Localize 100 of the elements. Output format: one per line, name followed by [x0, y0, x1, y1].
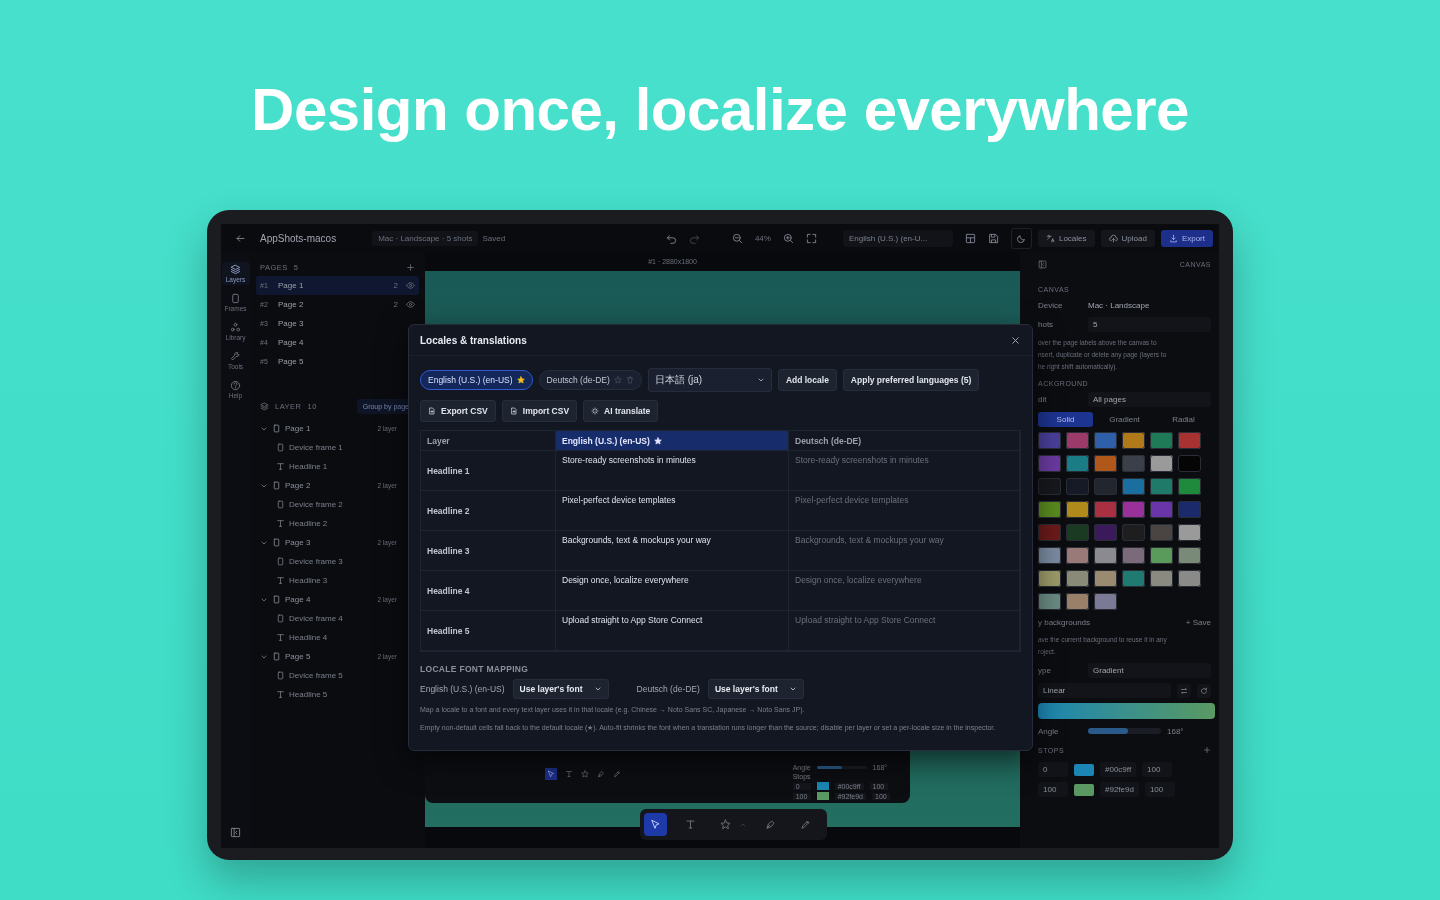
layer-name[interactable]: Headline 5 — [289, 690, 328, 699]
locale-dropdown[interactable]: 日本語 (ja) — [647, 368, 772, 392]
color-swatch[interactable] — [1094, 432, 1117, 449]
translation-field[interactable]: Backgrounds, text & mockups your way — [556, 531, 789, 570]
add-icon[interactable] — [406, 262, 415, 272]
color-swatch[interactable] — [1122, 570, 1145, 587]
layer-name[interactable]: Page 1 — [285, 424, 311, 433]
color-swatch[interactable] — [1178, 455, 1201, 472]
fill-tab[interactable]: Solid — [1038, 412, 1093, 427]
zoom-in-icon[interactable] — [782, 232, 794, 244]
ai-button[interactable]: AI translate — [583, 400, 659, 422]
upload-button[interactable]: Upload — [1100, 229, 1155, 247]
export-button[interactable]: Export — [1160, 229, 1213, 247]
save-icon[interactable] — [987, 232, 999, 244]
color-swatch[interactable] — [1038, 432, 1061, 449]
layer-name[interactable]: Device frame 2 — [289, 500, 343, 509]
translation-field[interactable]: Design once, localize everywhere — [789, 571, 1020, 610]
theme-toggle[interactable] — [1010, 227, 1032, 249]
add-icon[interactable] — [1203, 746, 1211, 754]
stop-position[interactable]: 100 — [1038, 782, 1068, 797]
layer-name[interactable]: Page 2 — [285, 481, 311, 490]
locale-chip[interactable]: English (U.S.) (en-US) — [420, 370, 533, 390]
layer-name[interactable]: Headline 3 — [289, 576, 328, 585]
color-swatch[interactable] — [1178, 432, 1201, 449]
color-swatch[interactable] — [1122, 524, 1145, 541]
translation-field[interactable]: Upload straight to App Store Connect — [789, 611, 1020, 650]
type-dropdown[interactable]: Gradient — [1088, 663, 1211, 678]
stop-opacity[interactable]: 100 — [1144, 782, 1175, 797]
color-swatch[interactable] — [1150, 455, 1173, 472]
layer-name[interactable]: Page 5 — [285, 652, 311, 661]
color-swatch[interactable] — [1066, 501, 1089, 518]
translation-field[interactable]: Pixel-perfect device templates — [556, 491, 789, 530]
color-swatch[interactable] — [1178, 478, 1201, 495]
layer-name[interactable]: Headline 1 — [289, 462, 328, 471]
color-swatch[interactable] — [1038, 455, 1061, 472]
save-link[interactable]: + Save — [1185, 617, 1211, 627]
translation-field[interactable]: Store-ready screenshots in minutes — [556, 451, 789, 490]
undo-icon[interactable] — [665, 232, 677, 244]
color-swatch[interactable] — [1178, 524, 1201, 541]
locales-button[interactable]: Locales — [1037, 229, 1095, 247]
stop-hex[interactable]: #92fe9d — [1100, 782, 1139, 797]
color-swatch[interactable] — [1066, 432, 1089, 449]
export-button[interactable]: Export CSV — [420, 400, 496, 422]
color-swatch[interactable] — [1038, 593, 1061, 610]
swap-button[interactable] — [1177, 683, 1191, 698]
color-swatch[interactable] — [1066, 524, 1089, 541]
color-swatch[interactable] — [1066, 547, 1089, 564]
translation-field[interactable]: Backgrounds, text & mockups your way — [789, 531, 1020, 570]
color-swatch[interactable] — [1150, 432, 1173, 449]
color-swatch[interactable] — [1094, 547, 1117, 564]
color-swatch[interactable] — [1122, 547, 1145, 564]
fill-tab[interactable]: Gradient — [1097, 412, 1152, 427]
tool-button[interactable] — [644, 813, 667, 836]
color-swatch[interactable] — [1178, 501, 1201, 518]
color-swatch[interactable] — [1038, 478, 1061, 495]
layer-name[interactable]: Device frame 5 — [289, 671, 343, 680]
layer-name[interactable]: Page 3 — [285, 538, 311, 547]
color-swatch[interactable] — [1122, 432, 1145, 449]
stop-hex[interactable]: #00c9ff — [1100, 762, 1137, 777]
color-swatch[interactable] — [1066, 455, 1089, 472]
color-swatch[interactable] — [1094, 455, 1117, 472]
color-swatch[interactable] — [1094, 524, 1117, 541]
layer-name[interactable]: Device frame 4 — [289, 614, 343, 623]
translation-field[interactable]: Upload straight to App Store Connect — [556, 611, 789, 650]
color-swatch[interactable] — [1150, 501, 1173, 518]
layer-name[interactable]: Page 4 — [285, 595, 311, 604]
color-swatch[interactable] — [1066, 593, 1089, 610]
add-locale-button[interactable]: Add locale — [777, 369, 837, 391]
color-swatch[interactable] — [1066, 478, 1089, 495]
translation-field[interactable]: Pixel-perfect device templates — [789, 491, 1020, 530]
style-dropdown[interactable]: Linear — [1038, 683, 1171, 698]
color-swatch[interactable] — [1094, 478, 1117, 495]
font-dropdown[interactable]: Use layer's font — [707, 679, 804, 699]
collapse-icon[interactable] — [230, 827, 241, 838]
close-icon[interactable] — [1010, 334, 1021, 346]
color-swatch[interactable] — [1066, 570, 1089, 587]
back-icon[interactable] — [235, 232, 246, 244]
edit-dropdown[interactable]: All pages — [1088, 392, 1211, 407]
font-dropdown[interactable]: Use layer's font — [512, 679, 609, 699]
locale-chip[interactable]: Deutsch (de-DE) — [538, 370, 642, 390]
color-swatch[interactable] — [1122, 501, 1145, 518]
layer-name[interactable]: Device frame 3 — [289, 557, 343, 566]
color-swatch[interactable] — [1094, 501, 1117, 518]
color-swatch[interactable] — [1038, 501, 1061, 518]
stop-opacity[interactable]: 100 — [1142, 762, 1173, 777]
color-swatch[interactable] — [1150, 547, 1173, 564]
color-swatch[interactable] — [1150, 478, 1173, 495]
fill-tab[interactable]: Radial — [1156, 412, 1211, 427]
eye-icon[interactable] — [406, 281, 415, 290]
color-swatch[interactable] — [1038, 570, 1061, 587]
color-swatch[interactable] — [1150, 524, 1173, 541]
layer-name[interactable]: Headline 2 — [289, 519, 328, 528]
panel-icon[interactable] — [1038, 260, 1047, 269]
locale-dropdown[interactable]: English (U.S.) (en-U... — [842, 229, 953, 247]
layout-icon[interactable] — [964, 232, 976, 244]
angle-slider[interactable] — [1088, 728, 1161, 734]
star-outline-icon[interactable] — [613, 376, 622, 384]
zoom-out-icon[interactable] — [731, 232, 743, 244]
reset-button[interactable] — [1197, 683, 1211, 698]
translation-field[interactable]: Design once, localize everywhere — [556, 571, 789, 610]
